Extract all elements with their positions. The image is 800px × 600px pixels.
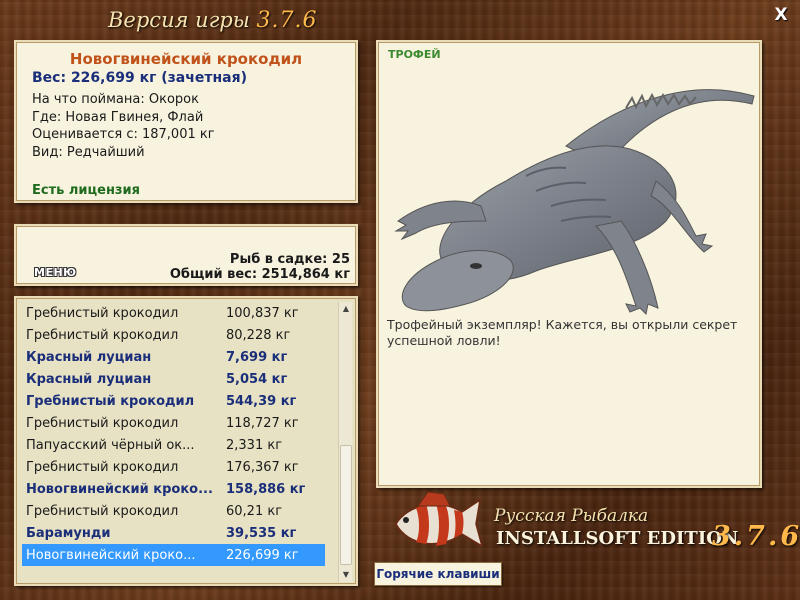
scroll-thumb[interactable] [340,445,352,565]
catch-name: Гребнистый крокодил [26,415,179,431]
keepnet-stats: Рыб в садке: 25 Общий вес: 2514,864 кг [170,252,350,282]
list-item[interactable]: Барамунди 39,535 кг [22,522,325,544]
location-line: Где: Новая Гвинея, Флай [32,109,204,125]
list-item[interactable]: Красный луциан 7,699 кг [22,346,325,368]
list-item[interactable]: Гребнистый крокодил 60,21 кг [22,500,325,522]
catch-name: Гребнистый крокодил [26,393,195,409]
hotkeys-button[interactable]: Горячие клавиши [374,562,502,586]
catch-weight: 80,228 кг [226,327,291,343]
list-item[interactable]: Гребнистый крокодил 80,228 кг [22,324,325,346]
catch-name: Новогвинейский кроко... [26,481,213,497]
fish-weight: Вес: 226,699 кг (зачетная) [32,70,247,86]
catch-weight: 176,367 кг [226,459,299,475]
list-item[interactable]: Новогвинейский кроко... 226,699 кг [22,544,325,566]
list-item[interactable]: Гребнистый крокодил 100,837 кг [22,302,325,324]
catch-weight: 7,699 кг [226,349,288,365]
fish-name: Новогвинейский крокодил [69,50,303,68]
rarity-line: Вид: Редчайший [32,144,145,160]
license-status: Есть лицензия [32,183,140,198]
bait-line: На что поймана: Окорок [32,92,199,107]
title-prefix: Версия игры [108,8,250,32]
catch-weight: 118,727 кг [226,415,299,431]
fish-count: Рыб в садке: 25 [229,252,350,267]
crocodile-image [394,89,755,316]
list-item[interactable]: Гребнистый крокодил 544,39 кг [22,390,325,412]
fish-info-panel: Новогвинейский крокодил Вес: 226,699 кг … [14,40,358,203]
catch-name: Гребнистый крокодил [26,327,179,343]
catch-weight: 544,39 кг [226,393,297,409]
catch-weight: 60,21 кг [226,503,283,519]
list-item[interactable]: Гребнистый крокодил 176,367 кг [22,456,325,478]
catch-weight: 39,535 кг [226,525,297,541]
scroll-down-icon[interactable]: ▼ [339,568,353,582]
catch-weight: 2,331 кг [226,437,283,453]
brand-edition: INSTALLSOFT EDITION [496,528,739,549]
window-title: Версия игры 3.7.6 [108,8,318,33]
catch-name: Гребнистый крокодил [26,459,179,475]
catch-list: Гребнистый крокодил 100,837 кг Гребнистый … [22,302,325,566]
list-item[interactable]: Новогвинейский кроко... 158,886 кг [22,478,325,500]
list-item[interactable]: Красный луциан 5,054 кг [22,368,325,390]
catch-name: Красный луциан [26,349,152,365]
catch-weight: 158,886 кг [226,481,306,497]
total-weight: Общий вес: 2514,864 кг [169,267,350,282]
title-version: 3.7.6 [256,8,318,33]
close-button[interactable]: X [772,6,790,24]
menu-button[interactable]: МЕНЮ [34,266,77,279]
catch-list-panel: Гребнистый крокодил 100,837 кг Гребнистый … [14,296,358,586]
catch-name: Красный луциан [26,371,152,387]
catch-name: Папуасский чёрный ок... [26,437,195,453]
rated-from-line: Оценивается с: 187,001 кг [32,127,215,142]
list-item[interactable]: Папуасский чёрный ок... 2,331 кг [22,434,325,456]
trophy-message: Трофейный экземпляр! Кажется, вы открыли… [387,317,738,348]
catch-weight: 226,699 кг [226,547,299,563]
menu-panel: МЕНЮ Рыб в садке: 25 Общий вес: 2514,864… [14,224,358,286]
brand-title: Русская Рыбалка [494,506,649,526]
catch-name: Барамунди [26,525,111,541]
list-scrollbar[interactable]: ▲ ▼ [338,302,352,582]
fish-logo-icon [395,491,484,548]
brand-version: 3.7.6 [712,521,800,552]
catch-weight: 5,054 кг [226,371,288,387]
catch-name: Гребнистый крокодил [26,503,179,519]
catch-name: Гребнистый крокодил [26,305,179,321]
fish-details: На что поймана: Окорок Где: Новая Гвинея… [32,91,340,161]
list-item[interactable]: Гребнистый крокодил 118,727 кг [22,412,325,434]
scroll-up-icon[interactable]: ▲ [339,302,353,316]
trophy-panel: ТРОФЕЙ Трофейный экземпляр! Кажется, вы … [376,40,762,488]
catch-name: Новогвинейский кроко... [26,547,196,563]
catch-weight: 100,837 кг [226,305,299,321]
